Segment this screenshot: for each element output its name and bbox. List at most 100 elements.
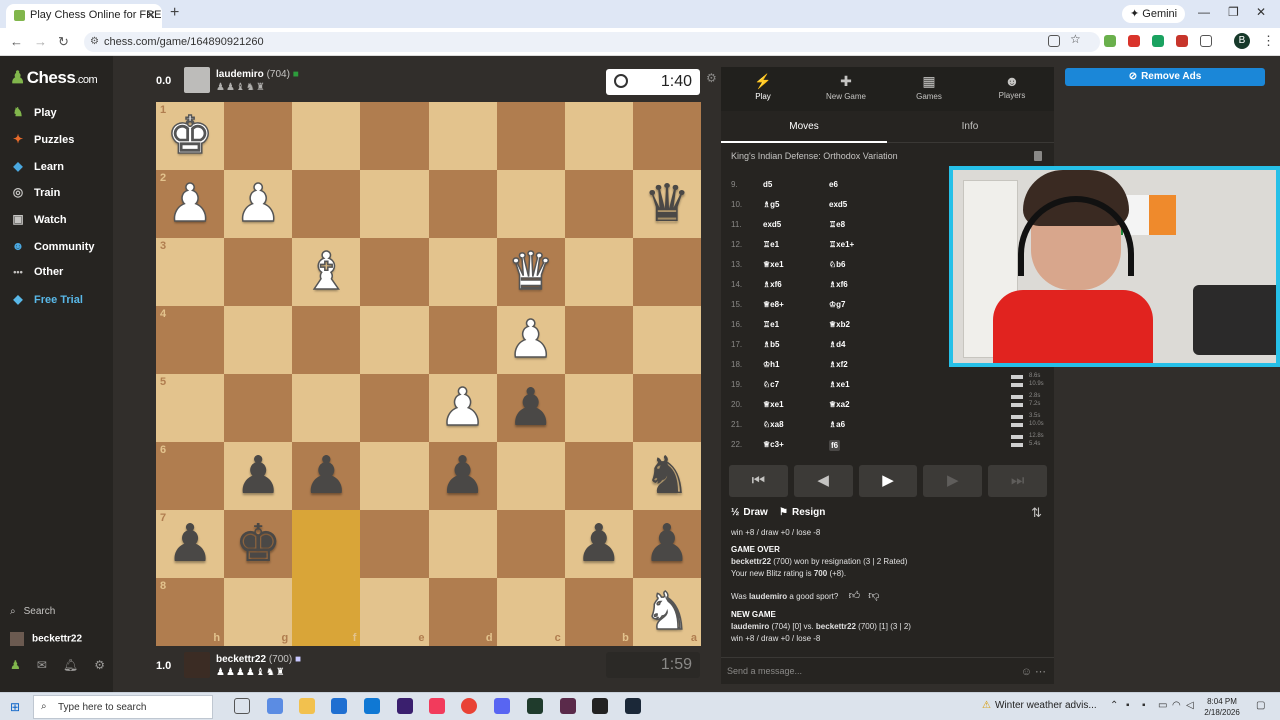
thumbs-down-icon[interactable]: 👎︎ [868, 590, 879, 602]
board-square[interactable]: 4 [156, 306, 225, 374]
board-square[interactable]: ♝ [292, 238, 361, 306]
black-move[interactable]: ♗a6 [829, 420, 845, 429]
black-move[interactable]: ♖xe1+ [829, 240, 854, 249]
sidebar-item-learn[interactable]: ◆ Learn [10, 158, 64, 174]
sidebar-user[interactable]: beckettr22 [10, 632, 82, 646]
app-icon[interactable] [592, 698, 608, 714]
white-move[interactable]: ♗xf6 [763, 280, 782, 289]
music-icon[interactable] [429, 698, 445, 714]
board-square[interactable]: ♟ [224, 442, 293, 510]
black-pawn-icon[interactable]: ♟ [439, 450, 486, 502]
board-square[interactable] [632, 238, 701, 306]
white-king-icon[interactable]: ♚ [166, 109, 214, 163]
board-square[interactable]: 8h [156, 578, 225, 646]
next-move-button[interactable]: ▶ [923, 465, 983, 497]
board-square[interactable]: c [496, 578, 565, 646]
white-move[interactable]: ♕e8+ [763, 300, 784, 309]
profile-avatar[interactable]: B [1234, 33, 1250, 49]
black-move[interactable]: ♗d4 [829, 340, 846, 349]
sidebar-search[interactable]: ⌕ Search [10, 606, 55, 617]
white-move[interactable]: ♘xa8 [763, 420, 784, 429]
black-king-icon[interactable]: ♚ [235, 518, 282, 570]
board-square[interactable] [292, 306, 361, 374]
board-square[interactable] [632, 306, 701, 374]
extension-icon[interactable] [1128, 35, 1140, 47]
board-square[interactable] [564, 102, 633, 170]
black-move[interactable]: f6 [829, 440, 841, 451]
tab-info[interactable]: Info [887, 121, 1053, 132]
tray-chevron-icon[interactable]: ⌃ [1110, 700, 1118, 711]
white-move[interactable]: ♘c7 [763, 380, 779, 389]
board-square[interactable]: ♟ [224, 170, 293, 238]
app-icon[interactable] [560, 698, 576, 714]
windows-start-icon[interactable]: ⊞ [10, 700, 24, 714]
white-move[interactable]: ♕xe1 [763, 260, 784, 269]
forward-icon[interactable]: → [34, 34, 47, 49]
board-square[interactable]: f [292, 578, 361, 646]
black-move[interactable]: ♕xa2 [829, 400, 850, 409]
move-row[interactable]: 19. ♘c7 ♗xe1 8.6s 10.9s [721, 373, 1054, 395]
resign-button[interactable]: ⚑ Resign [779, 507, 825, 518]
sport-name[interactable]: laudemiro [749, 592, 787, 601]
player-avatar[interactable] [184, 652, 210, 678]
board-square[interactable] [360, 442, 429, 510]
white-pawn-icon[interactable]: ♟ [234, 177, 282, 231]
board-square[interactable] [292, 170, 361, 238]
board-square[interactable] [360, 170, 429, 238]
browser-tab[interactable]: Play Chess Online for FREE - 2 ✕ [6, 4, 162, 28]
board-square[interactable]: ♟ [496, 374, 565, 442]
board-square[interactable]: 2 ♟ [156, 170, 225, 238]
outlook-icon[interactable] [364, 698, 380, 714]
board-square[interactable]: ♟ [564, 510, 633, 578]
board-square[interactable]: 7 ♟ [156, 510, 225, 578]
board-square[interactable] [496, 442, 565, 510]
ng-player[interactable]: beckettr22 [816, 622, 856, 631]
bookmark-star-icon[interactable]: ☆ [1070, 32, 1082, 46]
player-name[interactable]: beckettr22 (700) ■ [216, 654, 301, 665]
black-move[interactable]: ♗xf6 [829, 280, 848, 289]
taskbar-search[interactable]: ⌕ Type here to search [33, 695, 213, 719]
board-square[interactable] [224, 374, 293, 442]
black-move[interactable]: ♔g7 [829, 300, 846, 309]
board-square[interactable]: e [360, 578, 429, 646]
white-pawn-icon[interactable]: ♟ [439, 381, 487, 435]
winner-name[interactable]: beckettr22 [731, 557, 771, 566]
board-square[interactable]: b [564, 578, 633, 646]
board-square[interactable] [224, 102, 293, 170]
notification-center-icon[interactable]: ▢ [1256, 700, 1265, 711]
board-square[interactable] [564, 442, 633, 510]
browser-menu-icon[interactable]: ⋮ [1262, 33, 1275, 49]
opponent-name[interactable]: laudemiro (704) ■ [216, 69, 299, 80]
board-square[interactable] [632, 102, 701, 170]
copilot-icon[interactable] [267, 698, 283, 714]
board-square[interactable]: g [224, 578, 293, 646]
board-square[interactable]: 6 [156, 442, 225, 510]
task-view-icon[interactable] [234, 698, 250, 714]
board-square[interactable] [428, 102, 497, 170]
black-move[interactable]: ♘b6 [829, 260, 846, 269]
board-square[interactable]: 5 [156, 374, 225, 442]
board-square[interactable] [564, 238, 633, 306]
board-square[interactable]: ♟ [632, 510, 701, 578]
install-icon[interactable] [1048, 35, 1060, 47]
wifi-icon[interactable]: ◠ [1172, 700, 1181, 711]
black-knight-icon[interactable]: ♞ [644, 450, 691, 502]
white-move[interactable]: ♖e1 [763, 240, 779, 249]
board-square[interactable] [360, 374, 429, 442]
board-square[interactable] [632, 374, 701, 442]
file-explorer-icon[interactable] [299, 698, 315, 714]
extensions-puzzle-icon[interactable] [1200, 35, 1212, 47]
board-square[interactable] [292, 510, 361, 578]
white-move[interactable]: ♖e1 [763, 320, 779, 329]
board-square[interactable]: 3 [156, 238, 225, 306]
board-square[interactable] [496, 102, 565, 170]
notifications-icon[interactable]: 🔔︎ [63, 658, 78, 672]
board-square[interactable] [564, 306, 633, 374]
board-square[interactable] [428, 510, 497, 578]
extension-icon[interactable] [1152, 35, 1164, 47]
black-queen-icon[interactable]: ♛ [644, 178, 691, 230]
play-moves-button[interactable]: ▶ [858, 465, 918, 497]
board-square[interactable] [360, 306, 429, 374]
white-knight-icon[interactable]: ♞ [643, 585, 691, 639]
board-square[interactable] [360, 238, 429, 306]
